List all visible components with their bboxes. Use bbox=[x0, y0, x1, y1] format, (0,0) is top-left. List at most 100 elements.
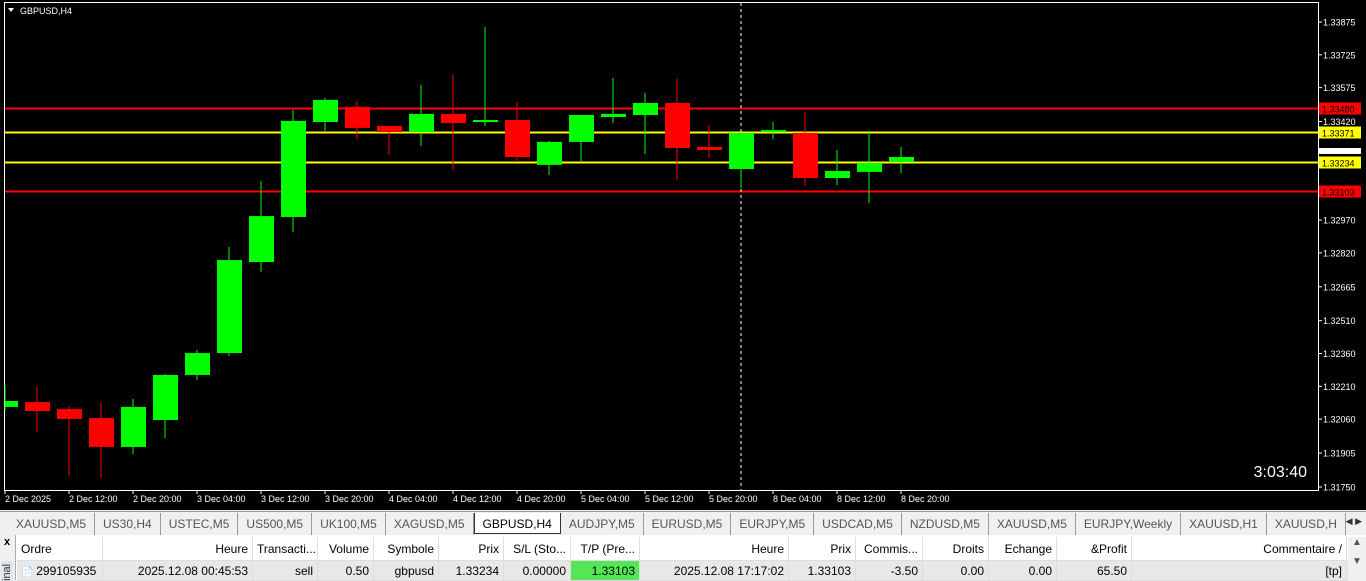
price-tick-label: 1.32210 bbox=[1323, 382, 1356, 392]
price-tick-label: 1.33875 bbox=[1323, 18, 1356, 28]
candle-body bbox=[217, 260, 242, 354]
table-cell: 0.00 bbox=[989, 561, 1057, 580]
column-header[interactable]: Droits bbox=[923, 537, 989, 560]
column-header[interactable]: Heure bbox=[103, 537, 253, 560]
time-tick-label: 8 Dec 20:00 bbox=[901, 494, 950, 504]
table-cell: gbpusd bbox=[374, 561, 439, 580]
table-cell: 📄 299105935 bbox=[17, 561, 103, 580]
candle bbox=[761, 122, 786, 140]
candle-body bbox=[409, 113, 434, 133]
chart-tab[interactable]: GBPUSD,H4 bbox=[473, 513, 561, 534]
time-tick-label: 5 Dec 04:00 bbox=[581, 494, 630, 504]
price-chart[interactable]: 1.33480 1.33371 1.33234 1.33103 1.33875 1.33… bbox=[0, 0, 1366, 510]
price-tick-label: 1.32360 bbox=[1323, 349, 1356, 359]
candle-body bbox=[313, 99, 338, 123]
column-header[interactable]: Echange bbox=[989, 537, 1057, 560]
time-tick-label: 3 Dec 20:00 bbox=[325, 494, 374, 504]
candle bbox=[889, 146, 914, 173]
column-header[interactable]: Commentaire / bbox=[1132, 537, 1347, 560]
price-tick-label: 1.32510 bbox=[1323, 316, 1356, 326]
candle bbox=[601, 78, 626, 124]
column-header[interactable]: &Profit bbox=[1057, 537, 1132, 560]
chart-tab[interactable]: EURJPY,Weekly bbox=[1076, 513, 1182, 535]
column-header[interactable]: Symbole bbox=[374, 537, 439, 560]
candle-body bbox=[793, 132, 818, 179]
chart-tabs: XAUUSD,M5 US30,H4 USTEC,M5 US500,M5 UK100,M5… bbox=[0, 511, 1366, 535]
column-header[interactable]: Commis... bbox=[856, 537, 923, 560]
chart-menu-triangle-icon[interactable] bbox=[8, 8, 14, 12]
table-row[interactable]: 📄 299105935 2025.12.08 00:45:53 sell 0.50 gb… bbox=[17, 561, 1348, 581]
scroll-up-icon[interactable]: ▲ bbox=[1348, 537, 1366, 548]
price-tick-label: 1.32665 bbox=[1323, 282, 1356, 292]
column-header[interactable]: Ordre bbox=[17, 537, 103, 560]
time-tick-label: 5 Dec 20:00 bbox=[709, 494, 758, 504]
candle bbox=[313, 97, 338, 131]
table-cell: 2025.12.08 17:17:02 bbox=[640, 561, 789, 580]
candle bbox=[697, 125, 722, 158]
candle bbox=[793, 111, 818, 186]
chart-tab[interactable]: EURJPY,M5 bbox=[731, 513, 815, 535]
chart-tab[interactable]: XAUUSD,H1 bbox=[1181, 513, 1267, 535]
chart-frame bbox=[4, 2, 1319, 491]
column-header[interactable]: T/P (Pre... bbox=[571, 537, 640, 560]
column-header[interactable]: Transacti... bbox=[253, 537, 318, 560]
candle-body bbox=[5, 400, 18, 407]
price-tick-label: 1.33420 bbox=[1323, 117, 1356, 127]
candle-body bbox=[57, 409, 82, 419]
chart-tab[interactable]: NZDUSD,M5 bbox=[902, 513, 989, 535]
candle-body bbox=[377, 125, 402, 133]
candle-body bbox=[665, 102, 690, 149]
chart-tab[interactable]: XAUUSD,H bbox=[1267, 513, 1346, 535]
candle-body bbox=[441, 113, 466, 124]
candle-body bbox=[249, 216, 274, 263]
bid-price-label-bg bbox=[1319, 148, 1361, 154]
column-header[interactable]: Prix bbox=[439, 537, 504, 560]
candle-body bbox=[697, 146, 722, 151]
candle-body bbox=[345, 106, 370, 128]
chart-tab[interactable]: EURUSD,M5 bbox=[644, 513, 732, 535]
candle bbox=[153, 374, 178, 438]
chart-tab[interactable]: XAGUSD,M5 bbox=[386, 513, 474, 535]
level-price-label: 1.33371 bbox=[1322, 129, 1355, 139]
level-price-label: 1.33234 bbox=[1322, 159, 1355, 169]
chart-tab[interactable]: AUDJPY,M5 bbox=[561, 513, 644, 535]
time-tick-label: 3 Dec 12:00 bbox=[261, 494, 310, 504]
candle-body bbox=[729, 132, 754, 170]
column-header[interactable]: Prix bbox=[789, 537, 856, 560]
time-tick-label: 4 Dec 04:00 bbox=[389, 494, 438, 504]
price-tick-label: 1.32970 bbox=[1323, 216, 1356, 226]
level-price-label: 1.33103 bbox=[1322, 188, 1355, 198]
time-tick-label: 2 Dec 2025 bbox=[5, 494, 51, 504]
candle bbox=[825, 150, 850, 186]
candle bbox=[249, 181, 274, 272]
time-tick-label: 2 Dec 20:00 bbox=[133, 494, 182, 504]
candle bbox=[25, 386, 50, 433]
column-header[interactable]: Heure bbox=[640, 537, 789, 560]
chart-tab[interactable]: US30,H4 bbox=[95, 513, 161, 535]
time-tick-label: 2 Dec 12:00 bbox=[69, 494, 118, 504]
column-header[interactable]: S/L (Sto... bbox=[504, 537, 571, 560]
candle bbox=[633, 92, 658, 154]
close-icon[interactable]: x bbox=[4, 536, 10, 548]
column-header[interactable]: Volume bbox=[318, 537, 374, 560]
chart-tab[interactable]: XAUUSD,M5 bbox=[8, 513, 96, 535]
chart-tab[interactable]: XAUUSD,M5 bbox=[989, 513, 1076, 535]
scroll-down-icon[interactable]: ▼ bbox=[1348, 556, 1366, 567]
tab-scroll-arrows-icon[interactable]: ◀ ▶ bbox=[1346, 516, 1362, 527]
scrollbar[interactable]: ▲ ▼ bbox=[1348, 537, 1366, 580]
candle-body bbox=[505, 120, 530, 158]
chart-tab[interactable]: USDCAD,M5 bbox=[814, 513, 902, 535]
table-cell: [tp] bbox=[1132, 561, 1347, 580]
candle bbox=[505, 102, 530, 163]
price-tick-label: 1.32060 bbox=[1323, 415, 1356, 425]
candle bbox=[409, 85, 434, 147]
time-tick-label: 4 Dec 20:00 bbox=[517, 494, 566, 504]
bar-timer: 3:03:40 bbox=[1254, 464, 1307, 481]
candle-body bbox=[281, 120, 306, 217]
chart-tab[interactable]: UK100,M5 bbox=[312, 513, 386, 535]
chart-tab[interactable]: US500,M5 bbox=[238, 513, 313, 535]
chart-tab[interactable]: USTEC,M5 bbox=[161, 513, 239, 535]
candle bbox=[569, 114, 594, 161]
table-cell: 0.00 bbox=[923, 561, 989, 580]
candle-body bbox=[473, 120, 498, 123]
